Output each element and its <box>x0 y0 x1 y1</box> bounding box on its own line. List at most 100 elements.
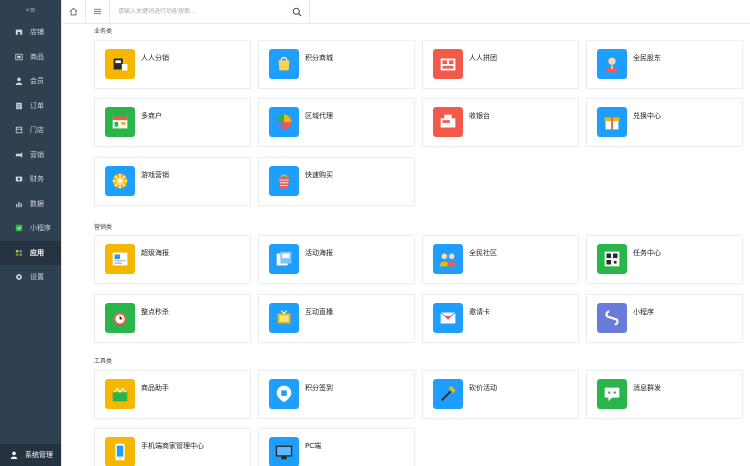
app-icon <box>597 244 627 274</box>
sidebar-item-10[interactable]: 应用 <box>0 240 61 265</box>
app-card-label: 整点秒杀 <box>141 308 169 316</box>
menu-button[interactable] <box>86 0 110 24</box>
app-card-label: 多商户 <box>141 112 162 120</box>
app-card-label: 手机端商家管理中心 <box>141 442 204 450</box>
app-card[interactable]: 整点秒杀 <box>94 294 251 343</box>
app-icon <box>105 107 135 137</box>
app-card[interactable]: 任务中心 <box>586 235 743 284</box>
app-icon <box>269 166 299 196</box>
app-icon <box>105 166 135 196</box>
order-icon <box>15 102 23 110</box>
finance-icon <box>15 175 23 183</box>
app-card-label: 任务中心 <box>633 249 661 257</box>
sidebar-item-5[interactable]: 门店 <box>0 118 61 143</box>
section-title: 营销类 <box>94 224 113 231</box>
app-card-label: 商品助手 <box>141 384 169 392</box>
home-button[interactable] <box>62 0 86 24</box>
sidebar-item-3[interactable]: 会员 <box>0 69 61 94</box>
app-card-label: 区域代理 <box>305 112 333 120</box>
store-icon <box>15 126 23 134</box>
miniprogram-icon <box>15 224 23 232</box>
app-card-label: 积分签到 <box>305 384 333 392</box>
sidebar-item-9[interactable]: 小程序 <box>0 216 61 241</box>
sidebar-item-6[interactable]: 营销 <box>0 143 61 168</box>
sidebar-item-2[interactable]: 商品 <box>0 45 61 70</box>
apps-icon <box>15 249 23 257</box>
sidebar-item-label: 订单 <box>30 101 44 110</box>
app-card[interactable]: 人人拼团 <box>422 40 579 89</box>
app-card[interactable]: 消息群发 <box>586 370 743 419</box>
chart-icon <box>15 200 23 208</box>
sidebar-item-7[interactable]: 财务 <box>0 167 61 192</box>
app-card[interactable]: 邀请卡 <box>422 294 579 343</box>
sidebar-nav: 店铺商品会员订单门店营销财务数据小程序应用设置 <box>0 20 61 290</box>
sidebar-item-label: 财务 <box>30 175 44 184</box>
sidebar-item-label: 商品 <box>30 52 44 61</box>
app-icon <box>433 379 463 409</box>
menu-icon <box>93 8 102 15</box>
app-card[interactable]: 手机端商家管理中心 <box>94 428 251 466</box>
app-card-label: 互动直播 <box>305 308 333 316</box>
app-card[interactable]: 积分签到 <box>258 370 415 419</box>
app-card-label: 收银台 <box>469 112 490 120</box>
app-card[interactable]: 全民社区 <box>422 235 579 284</box>
goods-icon <box>15 53 23 61</box>
sidebar-collapse-toggle[interactable]: «≡ <box>0 0 61 20</box>
app-card[interactable]: 活动海报 <box>258 235 415 284</box>
sidebar-item-4[interactable]: 订单 <box>0 94 61 119</box>
user-icon <box>10 451 18 459</box>
app-card[interactable]: 收银台 <box>422 98 579 147</box>
shop-icon <box>15 28 23 36</box>
top-bar <box>62 0 750 24</box>
sidebar-item-8[interactable]: 数据 <box>0 192 61 217</box>
app-card-label: 人人拼团 <box>469 54 497 62</box>
app-icon <box>105 244 135 274</box>
user-icon <box>15 77 23 86</box>
sidebar-item-label: 设置 <box>30 273 44 282</box>
app-card[interactable]: 多商户 <box>94 98 251 147</box>
app-card[interactable]: 商品助手 <box>94 370 251 419</box>
app-icon <box>433 303 463 333</box>
app-icon <box>433 244 463 274</box>
sidebar-item-1[interactable]: 店铺 <box>0 20 61 45</box>
app-card-label: 邀请卡 <box>469 308 490 316</box>
app-card[interactable]: 互动直播 <box>258 294 415 343</box>
app-icon <box>433 107 463 137</box>
sidebar-item-label: 门店 <box>30 126 44 135</box>
gear-icon <box>15 273 23 281</box>
app-card-label: 人人分销 <box>141 54 169 62</box>
app-card-label: 活动海报 <box>305 249 333 257</box>
app-card-label: 积分商城 <box>305 54 333 62</box>
app-icon <box>269 244 299 274</box>
app-icon <box>597 379 627 409</box>
app-card[interactable]: 全民股东 <box>586 40 743 89</box>
app-card[interactable]: 兑换中心 <box>586 98 743 147</box>
sidebar-item-label: 营销 <box>30 150 44 159</box>
app-card[interactable]: 小程序 <box>586 294 743 343</box>
sidebar-item-11[interactable]: 设置 <box>0 265 61 290</box>
app-card[interactable]: 超级海报 <box>94 235 251 284</box>
system-management-button[interactable]: 系统管理 <box>0 444 61 466</box>
app-card-label: 兑换中心 <box>633 112 661 120</box>
home-icon <box>69 7 78 16</box>
app-icon <box>597 107 627 137</box>
app-icon <box>269 437 299 466</box>
search-icon[interactable] <box>292 7 302 17</box>
app-icon <box>597 49 627 79</box>
search-box <box>110 0 310 24</box>
sidebar-item-label: 店铺 <box>30 28 44 37</box>
app-card[interactable]: 区域代理 <box>258 98 415 147</box>
app-card[interactable]: 砍价活动 <box>422 370 579 419</box>
app-card-label: 全民社区 <box>469 249 497 257</box>
sidebar-item-label: 数据 <box>30 199 44 208</box>
app-card[interactable]: 人人分销 <box>94 40 251 89</box>
app-card[interactable]: PC端 <box>258 428 415 466</box>
app-card-label: 砍价活动 <box>469 384 497 392</box>
app-card-label: 小程序 <box>633 308 654 316</box>
app-card[interactable]: 游戏营销 <box>94 157 251 206</box>
app-card[interactable]: 快速购买 <box>258 157 415 206</box>
app-card[interactable]: 积分商城 <box>258 40 415 89</box>
app-icon <box>105 437 135 466</box>
search-input[interactable] <box>118 8 288 15</box>
sidebar-item-label: 应用 <box>30 248 44 257</box>
